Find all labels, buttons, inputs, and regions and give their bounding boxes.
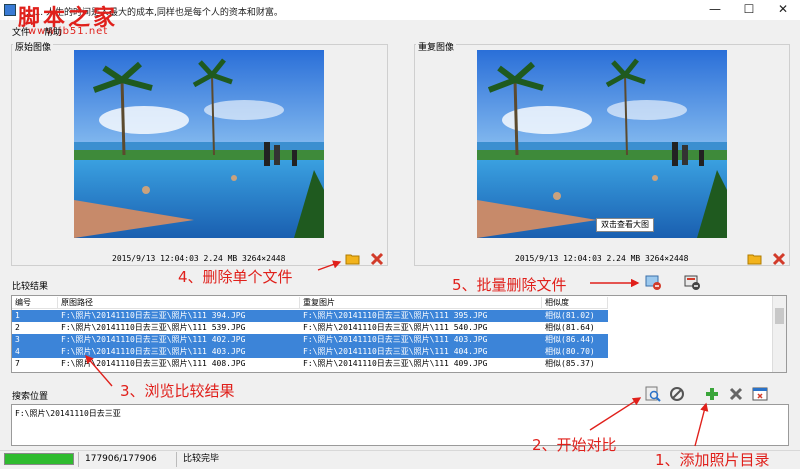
arrow-start-compare xyxy=(589,397,642,431)
arrow-browse-results xyxy=(85,354,113,387)
arrow-add-folder xyxy=(694,402,709,447)
arrow-delete-single xyxy=(317,260,342,271)
annotation-arrows xyxy=(85,260,709,447)
app-window: ...... 人生的时间是人最大的成本,同样也是每个人的资本和财富。 — ☐ ✕… xyxy=(0,0,800,469)
